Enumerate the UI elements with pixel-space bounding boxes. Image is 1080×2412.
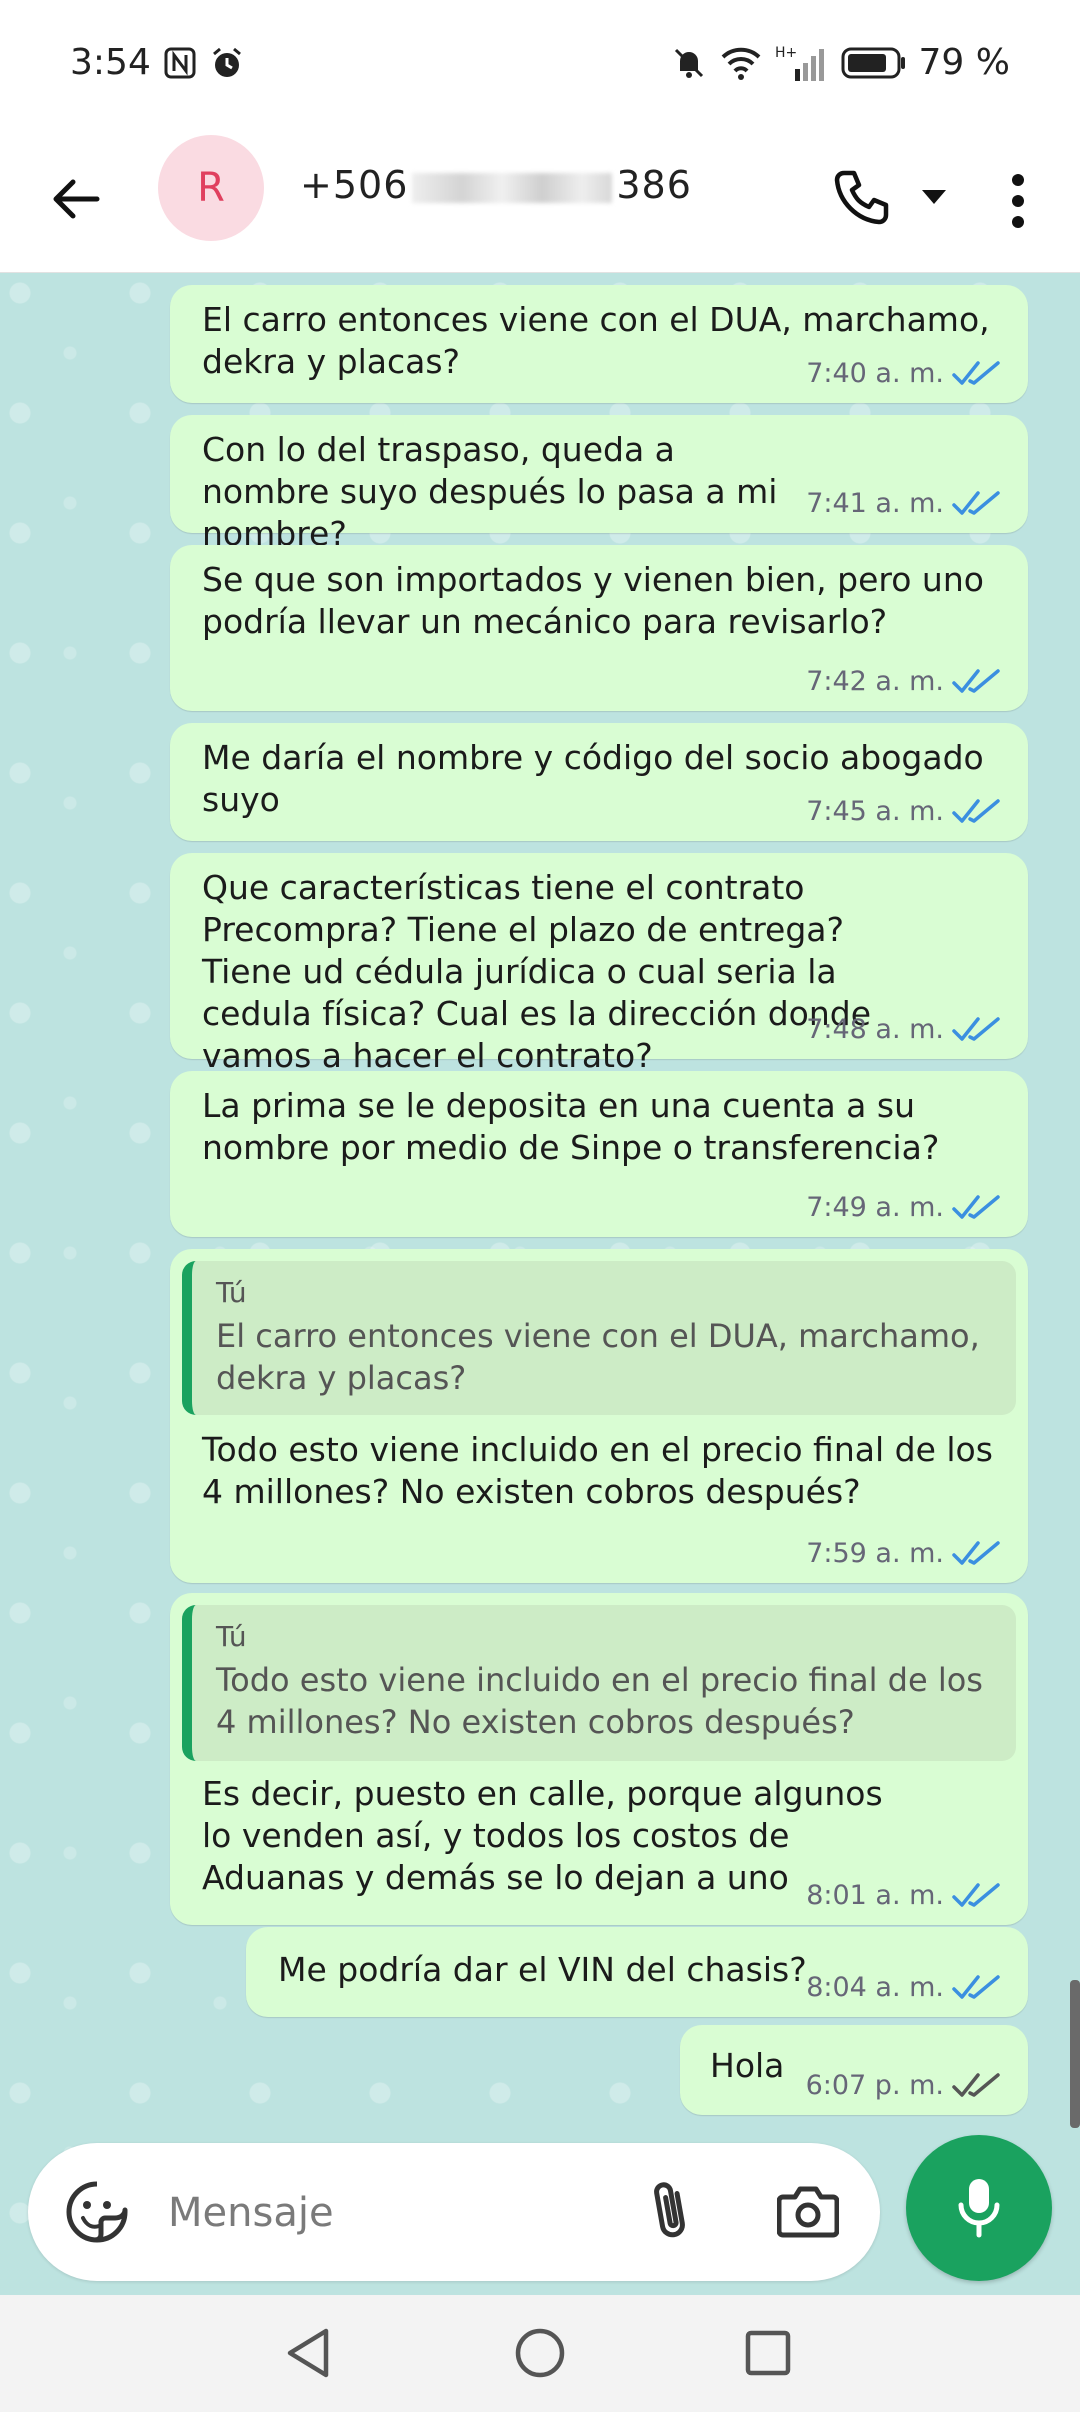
message-time: 7:59 a. m. [806, 1538, 944, 1569]
double-check-read-icon [952, 491, 1000, 515]
double-check-read-icon [952, 361, 1000, 385]
message-time: 7:42 a. m. [806, 666, 944, 697]
message-text: Es decir, puesto en calle, porque alguno… [202, 1774, 883, 1897]
message-meta: 8:04 a. m. [806, 1973, 1002, 2003]
status-time: 3:54 [70, 42, 151, 83]
message-text: Se que son importados y vienen bien, per… [202, 560, 984, 641]
double-check-delivered-icon [952, 2073, 1000, 2097]
message-bubble[interactable]: Se que son importados y vienen bien, per… [170, 545, 1028, 711]
system-navigation-bar [0, 2295, 1080, 2412]
message-text: Hola [710, 2046, 785, 2085]
double-check-read-icon [952, 1883, 1000, 1907]
attach-button[interactable] [634, 2175, 706, 2247]
chat-area[interactable]: El carro entonces viene con el DUA, marc… [0, 273, 1080, 2295]
redacted-block [412, 172, 613, 203]
nav-back-button[interactable] [272, 2317, 344, 2389]
sticker-button[interactable] [62, 2177, 132, 2247]
message-meta: 6:07 p. m. [806, 2071, 1002, 2101]
quoted-message[interactable]: Tú Todo esto viene incluido en el precio… [182, 1605, 1016, 1761]
more-options-button[interactable] [990, 161, 1046, 241]
call-options-button[interactable] [912, 175, 956, 219]
svg-text:H+: H+ [775, 45, 797, 61]
battery-percent: 79 % [918, 42, 1010, 83]
message-meta: 7:42 a. m. [806, 667, 1002, 697]
mute-icon [671, 45, 707, 81]
back-button[interactable] [40, 163, 112, 235]
status-bar: 3:54 H+ 79 % [0, 0, 1080, 125]
sticker-smiley-icon [66, 2181, 128, 2243]
chat-header: R +506 386 [0, 125, 1080, 273]
phone-icon [834, 170, 889, 225]
double-check-read-icon [952, 1975, 1000, 1999]
message-bubble[interactable]: Me daría el nombre y código del socio ab… [170, 723, 1028, 841]
message-bubble[interactable]: Me podría dar el VIN del chasis? 8:04 a.… [246, 1927, 1028, 2017]
quoted-message[interactable]: Tú El carro entonces viene con el DUA, m… [182, 1261, 1016, 1415]
quote-author: Tú [216, 1276, 247, 1309]
message-meta: 7:49 a. m. [806, 1193, 1002, 1223]
contact-name[interactable]: +506 386 [300, 163, 692, 207]
message-meta: 8:01 a. m. [806, 1881, 1002, 1911]
camera-button[interactable] [772, 2175, 844, 2247]
message-meta: 7:48 a. m. [806, 1015, 1002, 1045]
microphone-icon [958, 2179, 1000, 2238]
message-text: Con lo del traspaso, queda a nombre suyo… [202, 430, 778, 553]
signal-icon: H+ [775, 43, 829, 83]
nfc-icon [163, 46, 197, 80]
message-bubble[interactable]: Con lo del traspaso, queda a nombre suyo… [170, 415, 1028, 553]
double-check-read-icon [952, 1195, 1000, 1219]
arrow-left-icon [53, 179, 100, 219]
double-check-read-icon [952, 1541, 1000, 1565]
contact-number-suffix: 386 [616, 163, 692, 207]
circle-home-icon [515, 2328, 565, 2378]
message-time: 7:48 a. m. [806, 1014, 944, 1045]
message-meta: 7:45 a. m. [806, 797, 1002, 827]
message-bubble[interactable]: El carro entonces viene con el DUA, marc… [170, 285, 1028, 403]
quote-author: Tú [216, 1620, 247, 1653]
camera-icon [777, 2186, 839, 2238]
message-bubble[interactable]: La prima se le deposita en una cuenta a … [170, 1071, 1028, 1237]
message-meta: 7:59 a. m. [806, 1539, 1002, 1569]
double-check-read-icon [952, 799, 1000, 823]
more-vertical-icon [1012, 174, 1024, 228]
message-input[interactable] [168, 2173, 628, 2253]
quote-text: El carro entonces viene con el DUA, marc… [216, 1317, 980, 1397]
nav-home-button[interactable] [504, 2317, 576, 2389]
message-bubble[interactable]: Hola 6:07 p. m. [680, 2025, 1028, 2115]
avatar[interactable]: R [158, 135, 264, 241]
message-time: 7:40 a. m. [806, 358, 944, 389]
message-text: Todo esto viene incluido en el precio fi… [202, 1430, 993, 1511]
message-time: 7:49 a. m. [806, 1192, 944, 1223]
contact-number-prefix: +506 [300, 163, 409, 207]
message-text: Me podría dar el VIN del chasis? [278, 1950, 807, 1989]
message-meta: 7:41 a. m. [806, 489, 1002, 519]
wifi-icon [719, 45, 763, 81]
call-button[interactable] [822, 157, 902, 237]
paperclip-icon [654, 2182, 685, 2238]
message-time: 8:01 a. m. [806, 1880, 944, 1911]
message-text: La prima se le deposita en una cuenta a … [202, 1086, 940, 1167]
double-check-read-icon [952, 669, 1000, 693]
triangle-back-icon [287, 2328, 329, 2378]
reply-message-bubble[interactable]: Tú Todo esto viene incluido en el precio… [170, 1593, 1028, 1925]
message-time: 8:04 a. m. [806, 1972, 944, 2003]
voice-record-button[interactable] [906, 2135, 1052, 2281]
message-composer [28, 2143, 880, 2281]
message-bubble[interactable]: Que características tiene el contrato Pr… [170, 853, 1028, 1075]
nav-recents-button[interactable] [732, 2317, 804, 2389]
alarm-icon [209, 45, 245, 81]
message-time: 6:07 p. m. [805, 2070, 944, 2101]
message-text: Que características tiene el contrato Pr… [202, 868, 872, 1075]
scrollbar-thumb[interactable] [1070, 1980, 1080, 2128]
square-recents-icon [745, 2330, 791, 2376]
battery-icon [841, 46, 907, 80]
reply-message-bubble[interactable]: Tú El carro entonces viene con el DUA, m… [170, 1249, 1028, 1583]
double-check-read-icon [952, 1017, 1000, 1041]
caret-down-icon [922, 190, 946, 204]
message-time: 7:41 a. m. [806, 488, 944, 519]
quote-text: Todo esto viene incluido en el precio fi… [216, 1661, 983, 1741]
message-time: 7:45 a. m. [806, 796, 944, 827]
message-meta: 7:40 a. m. [806, 359, 1002, 389]
